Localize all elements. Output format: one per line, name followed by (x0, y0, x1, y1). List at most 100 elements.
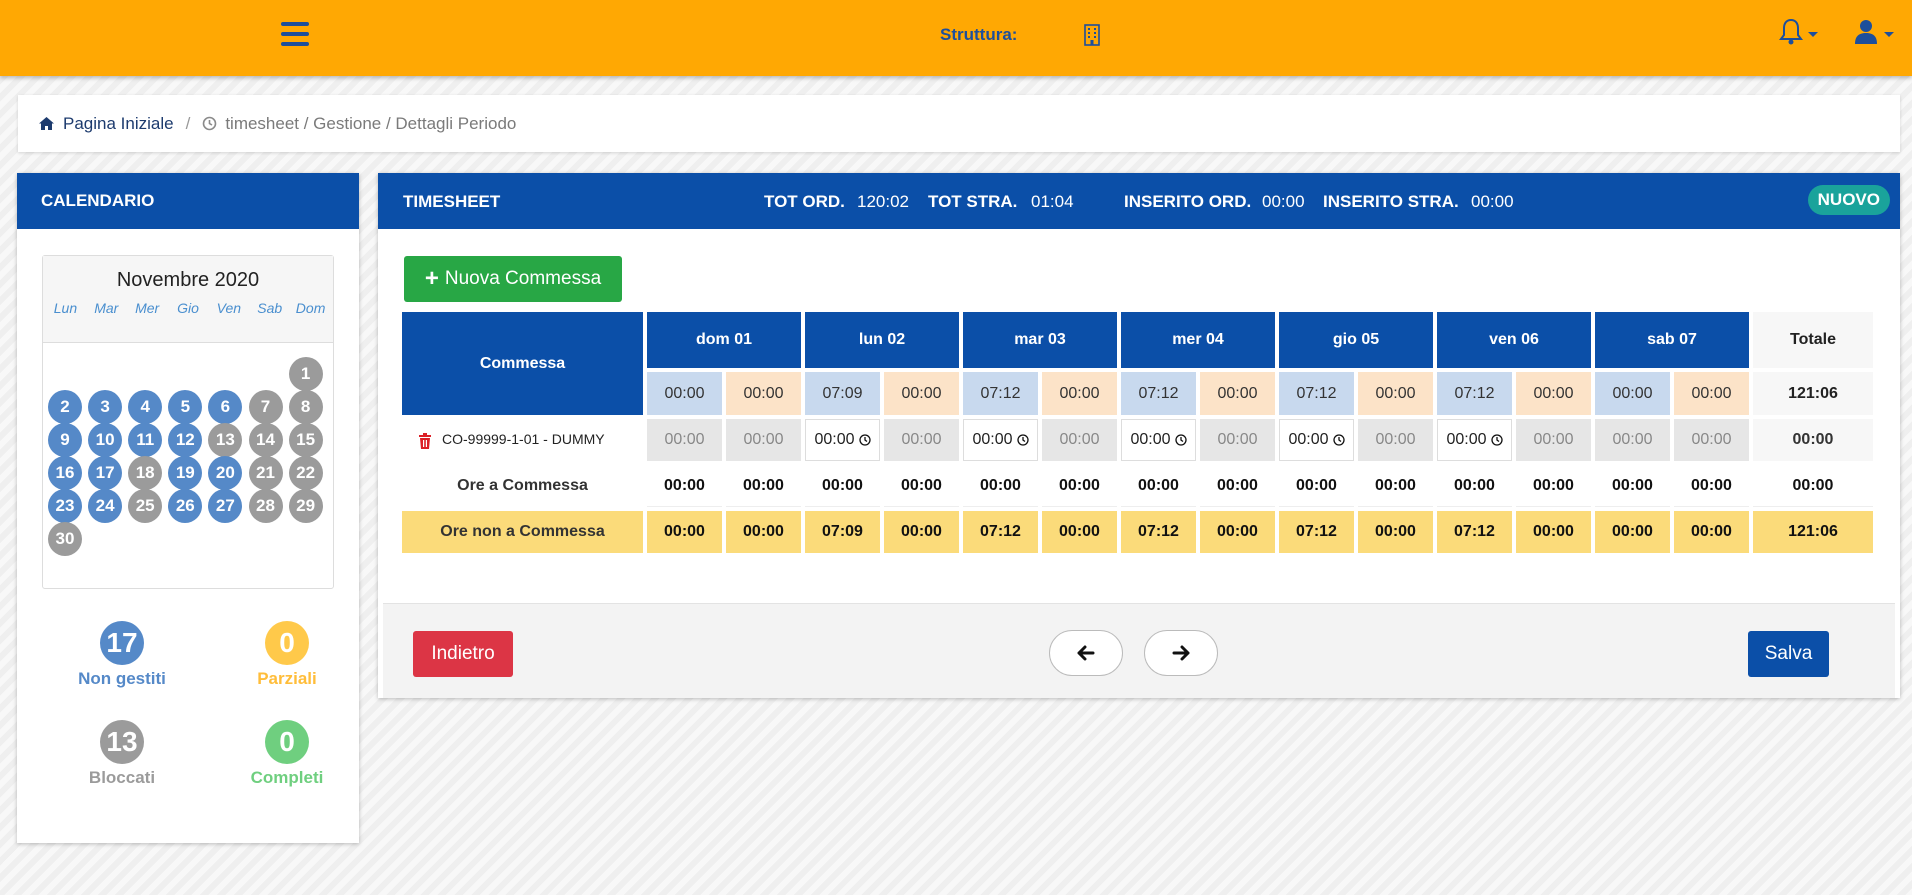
home-icon (39, 117, 54, 130)
calendar-day[interactable]: 24 (88, 489, 123, 523)
calendar-day[interactable]: 1 (288, 357, 323, 391)
calendar-day[interactable]: 25 (128, 489, 163, 523)
calendar-day[interactable]: 29 (288, 489, 323, 523)
time-value: 00:00 (1217, 431, 1258, 448)
ore-commessa-cell: 00:00 (1121, 465, 1196, 507)
notifications-button[interactable] (1778, 18, 1826, 50)
next-period-button[interactable] (1144, 630, 1218, 676)
calendar-day[interactable]: 12 (168, 423, 203, 457)
commessa-row-total: 00:00 (1753, 419, 1873, 461)
struttura-label: Struttura: (940, 25, 1018, 44)
calendar-day[interactable]: 22 (288, 456, 323, 490)
time-cell-disabled: 00:00 (1674, 419, 1749, 461)
breadcrumb-trail-label: timesheet / Gestione / Dettagli Periodo (225, 113, 517, 133)
time-cell-disabled: 00:00 (647, 419, 722, 461)
calendar-day[interactable]: 20 (208, 456, 243, 490)
calendar-panel: CALENDARIO Novembre 2020 Lun Mar Mer Gio Ven… (17, 173, 359, 843)
trash-icon[interactable] (418, 432, 432, 449)
calendar-day[interactable]: 8 (288, 390, 323, 424)
clock-icon[interactable] (1490, 434, 1503, 446)
time-cell-disabled: 00:00 (1200, 419, 1275, 461)
stat-parziali[interactable]: 0 Parziali (217, 621, 357, 689)
calendar-day[interactable]: 7 (248, 390, 283, 424)
tot-stra-value: 01:04 (1031, 192, 1074, 211)
breadcrumb-home-link[interactable]: Pagina Iniziale (38, 114, 174, 134)
planned-ordinary-cell: 07:12 (1437, 372, 1512, 415)
commessa-header: Commessa (402, 312, 643, 415)
calendar-day[interactable]: 5 (168, 390, 203, 424)
arrow-left-icon (1077, 645, 1095, 661)
weekday-row: Lun Mar Mer Gio Ven Sab Dom (43, 300, 333, 316)
ore-non-commessa-total: 121:06 (1753, 511, 1873, 553)
stat-completi-count: 0 (265, 720, 309, 764)
ore-commessa-cell: 00:00 (1516, 465, 1591, 507)
clock-icon[interactable] (1174, 434, 1187, 446)
time-input[interactable]: 00:00 (963, 419, 1038, 461)
stat-bloccati[interactable]: 13 Bloccati (52, 720, 192, 788)
ore-commessa-cell: 00:00 (1279, 465, 1354, 507)
stat-non-gestiti-count: 17 (100, 621, 144, 665)
calendar-day[interactable]: 10 (88, 423, 123, 457)
calendar-day[interactable]: 2 (48, 390, 82, 424)
calendar-day[interactable]: 17 (88, 456, 123, 490)
calendar-day[interactable]: 15 (288, 423, 323, 457)
time-value: 00:00 (901, 431, 942, 448)
menu-toggle-icon[interactable] (281, 22, 309, 46)
ore-non-commessa-cell: 00:00 (1042, 511, 1117, 553)
time-value: 00:00 (1059, 431, 1100, 448)
planned-ordinary-cell: 00:00 (647, 372, 722, 415)
time-cell-disabled: 00:00 (1595, 419, 1670, 461)
calendar-day[interactable]: 3 (88, 390, 123, 424)
commessa-row-label: CO-99999-1-01 - DUMMY (402, 419, 643, 461)
clock-icon[interactable] (858, 434, 871, 446)
time-input[interactable]: 00:00 (805, 419, 880, 461)
calendar-day[interactable]: 16 (48, 456, 82, 490)
calendar-day[interactable]: 9 (48, 423, 82, 457)
calendar-day[interactable]: 26 (168, 489, 203, 523)
save-button[interactable]: Salva (1748, 631, 1829, 677)
calendar-day[interactable]: 30 (48, 522, 82, 556)
planned-ordinary-cell: 00:00 (1595, 372, 1670, 415)
calendar-day[interactable]: 21 (248, 456, 283, 490)
timesheet-footer: Indietro Salva (383, 603, 1895, 698)
clock-icon[interactable] (1016, 434, 1029, 446)
user-menu-button[interactable] (1854, 18, 1902, 50)
calendar-day[interactable]: 27 (208, 489, 243, 523)
totale-header: Totale (1753, 312, 1873, 368)
building-icon[interactable] (1083, 24, 1101, 46)
ore-non-commessa-cell: 00:00 (1595, 511, 1670, 553)
calendar-day[interactable]: 28 (248, 489, 283, 523)
commessa-name: CO-99999-1-01 - DUMMY (442, 431, 605, 448)
time-cell-disabled: 00:00 (1516, 419, 1591, 461)
back-button[interactable]: Indietro (413, 631, 513, 677)
calendar-day[interactable]: 14 (248, 423, 283, 457)
calendar-day[interactable]: 19 (168, 456, 203, 490)
ore-non-commessa-cell: 00:00 (726, 511, 801, 553)
calendar-day[interactable]: 23 (48, 489, 82, 523)
ore-commessa-cell: 00:00 (884, 465, 959, 507)
time-input[interactable]: 00:00 (1279, 419, 1354, 461)
clock-icon[interactable] (1332, 434, 1345, 446)
time-input[interactable]: 00:00 (1121, 419, 1196, 461)
calendar-day[interactable]: 18 (128, 456, 163, 490)
plus-icon: + (424, 265, 439, 292)
stat-completi[interactable]: 0 Completi (217, 720, 357, 788)
weekday-label: Dom (295, 300, 326, 316)
day-header: mar 03 (963, 312, 1117, 368)
time-input[interactable]: 00:00 (1437, 419, 1512, 461)
stat-non-gestiti[interactable]: 17 Non gestiti (52, 621, 192, 689)
calendar-day[interactable]: 4 (128, 390, 163, 424)
planned-overtime-cell: 00:00 (1042, 372, 1117, 415)
ore-non-commessa-cell: 00:00 (647, 511, 722, 553)
new-commessa-button[interactable]: + Nuova Commessa (404, 256, 622, 302)
calendar-day[interactable]: 6 (208, 390, 243, 424)
time-cell-disabled: 00:00 (1042, 419, 1117, 461)
ore-non-commessa-cell: 07:09 (805, 511, 880, 553)
stat-non-gestiti-label: Non gestiti (78, 669, 166, 688)
calendar-day[interactable]: 13 (208, 423, 243, 457)
planned-overtime-cell: 00:00 (1516, 372, 1591, 415)
ore-commessa-cell: 00:00 (647, 465, 722, 507)
previous-period-button[interactable] (1049, 630, 1123, 676)
ore-commessa-cell: 00:00 (1437, 465, 1512, 507)
calendar-day[interactable]: 11 (128, 423, 163, 457)
